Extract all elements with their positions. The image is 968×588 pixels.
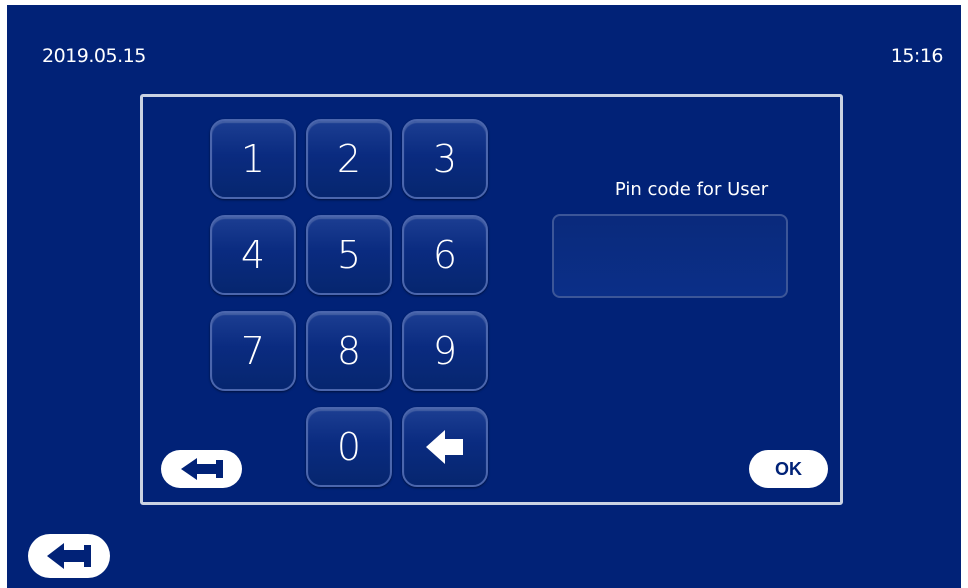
keypad-key-0[interactable]: 0: [306, 407, 392, 487]
back-arrow-icon: [180, 458, 223, 480]
cancel-button[interactable]: [161, 450, 242, 488]
ok-label: OK: [775, 458, 802, 479]
pin-input-field[interactable]: [552, 214, 788, 298]
pin-entry-panel: 1 2 3 4 5 6 7 8 9 0 Pin code for User OK: [140, 94, 843, 505]
left-arrow-icon: [426, 430, 463, 464]
keypad-key-2[interactable]: 2: [306, 119, 392, 199]
keypad-key-3[interactable]: 3: [402, 119, 488, 199]
back-button[interactable]: [28, 534, 110, 578]
ok-button[interactable]: OK: [749, 450, 828, 488]
keypad-key-7[interactable]: 7: [210, 311, 296, 391]
date-display: 2019.05.15: [42, 45, 146, 67]
pin-label: Pin code for User: [614, 179, 769, 200]
keypad-key-9[interactable]: 9: [402, 311, 488, 391]
screen: 2019.05.15 15:16 1 2 3 4 5 6 7 8 9 0 Pin…: [7, 5, 961, 588]
backspace-key[interactable]: [402, 407, 488, 487]
keypad-key-6[interactable]: 6: [402, 215, 488, 295]
keypad-key-8[interactable]: 8: [306, 311, 392, 391]
keypad-key-4[interactable]: 4: [210, 215, 296, 295]
keypad-key-1[interactable]: 1: [210, 119, 296, 199]
keypad-key-5[interactable]: 5: [306, 215, 392, 295]
back-arrow-icon: [47, 543, 91, 569]
time-display: 15:16: [890, 45, 944, 67]
